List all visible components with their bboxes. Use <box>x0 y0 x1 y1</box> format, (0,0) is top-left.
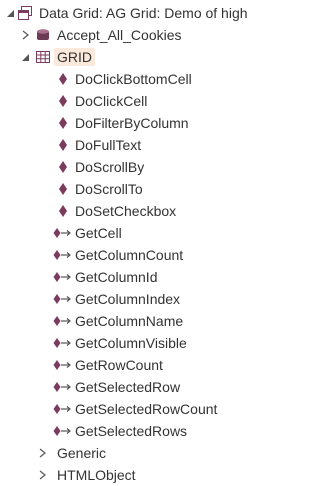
tree-item-label: DoSetCheckbox <box>75 203 177 219</box>
tree-item-label: Accept_All_Cookies <box>57 27 182 43</box>
tree-item-dofilterbycolumn[interactable]: DoFilterByColumn <box>0 112 256 134</box>
tree-item-htmlobject[interactable]: HTMLObject <box>0 464 256 486</box>
diamond-method-icon <box>55 203 71 219</box>
diamond-method-icon <box>55 137 71 153</box>
tree-item-label: GetSelectedRows <box>75 423 188 439</box>
diamond-arrow-property-icon <box>53 225 73 241</box>
database-icon <box>35 27 51 43</box>
tree-item-label: GetSelectedRowCount <box>75 401 218 417</box>
tree-item-label: GetColumnId <box>75 269 158 285</box>
diamond-arrow-property-icon <box>53 269 73 285</box>
tree-root-label: Data Grid: AG Grid: Demo of high <box>39 5 248 21</box>
tree-item-label: GetColumnVisible <box>75 335 187 351</box>
tree-item-getselectedrowcount[interactable]: GetSelectedRowCount <box>0 398 256 420</box>
collapse-triangle-icon[interactable] <box>5 7 15 19</box>
tree-item-label: GetCell <box>75 225 122 241</box>
tree-item-getcolumncount[interactable]: GetColumnCount <box>0 244 256 266</box>
tree-item-doclickcell[interactable]: DoClickCell <box>0 90 256 112</box>
tree-item-doscrollby[interactable]: DoScrollBy <box>0 156 256 178</box>
tree-item-label: DoClickBottomCell <box>75 71 192 87</box>
tree-item-getrowcount[interactable]: GetRowCount <box>0 354 256 376</box>
tree-item-doscrollto[interactable]: DoScrollTo <box>0 178 256 200</box>
tree-item-getselectedrows[interactable]: GetSelectedRows <box>0 420 256 442</box>
tree-item-doclickbottomcell[interactable]: DoClickBottomCell <box>0 68 256 90</box>
diamond-arrow-property-icon <box>53 291 73 307</box>
diamond-method-icon <box>55 181 71 197</box>
window-icon <box>17 5 33 21</box>
expand-triangle-icon[interactable] <box>37 447 47 459</box>
tree-item-label: DoScrollBy <box>75 159 145 175</box>
tree-item-dofulltext[interactable]: DoFullText <box>0 134 256 156</box>
tree-item-label: HTMLObject <box>57 467 136 483</box>
diamond-arrow-property-icon <box>53 357 73 373</box>
tree-item-label: DoFullText <box>75 137 142 153</box>
tree-item-getcolumnvisible[interactable]: GetColumnVisible <box>0 332 256 354</box>
diamond-method-icon <box>55 71 71 87</box>
tree-item-label: DoFilterByColumn <box>75 115 189 131</box>
diamond-method-icon <box>55 159 71 175</box>
tree-item-getselectedrow[interactable]: GetSelectedRow <box>0 376 256 398</box>
collapse-triangle-icon[interactable] <box>20 51 30 63</box>
tree-item-label: Generic <box>57 445 107 461</box>
diamond-arrow-property-icon <box>53 379 73 395</box>
tree-item-label: GetColumnCount <box>75 247 184 263</box>
tree-item-label: DoScrollTo <box>75 181 143 197</box>
tree-item-label: GetColumnName <box>75 313 184 329</box>
diamond-arrow-property-icon <box>53 247 73 263</box>
tree-item-accept-all-cookies[interactable]: Accept_All_Cookies <box>0 24 256 46</box>
diamond-method-icon <box>55 115 71 131</box>
tree-item-label: GetColumnIndex <box>75 291 181 307</box>
diamond-method-icon <box>55 93 71 109</box>
tree-item-label: DoClickCell <box>75 93 148 109</box>
tree-item-generic[interactable]: Generic <box>0 442 256 464</box>
tree-item-getcolumnname[interactable]: GetColumnName <box>0 310 256 332</box>
tree-item-getcolumnindex[interactable]: GetColumnIndex <box>0 288 256 310</box>
diamond-arrow-property-icon <box>53 335 73 351</box>
tree-item-label: GetRowCount <box>75 357 163 373</box>
diamond-arrow-property-icon <box>53 313 73 329</box>
diamond-arrow-property-icon <box>53 401 73 417</box>
tree-root[interactable]: Data Grid: AG Grid: Demo of high <box>0 2 256 24</box>
tree-item-dosetcheckbox[interactable]: DoSetCheckbox <box>0 200 256 222</box>
tree-item-label: GetSelectedRow <box>75 379 181 395</box>
tree-item-getcell[interactable]: GetCell <box>0 222 256 244</box>
tree-item-getcolumnid[interactable]: GetColumnId <box>0 266 256 288</box>
expand-triangle-icon[interactable] <box>37 469 47 481</box>
grid-table-icon <box>35 49 51 65</box>
tree-item-grid[interactable]: GRID <box>0 46 256 68</box>
diamond-arrow-property-icon <box>53 423 73 439</box>
expand-triangle-icon[interactable] <box>20 29 30 41</box>
tree-item-label: GRID <box>54 48 95 66</box>
